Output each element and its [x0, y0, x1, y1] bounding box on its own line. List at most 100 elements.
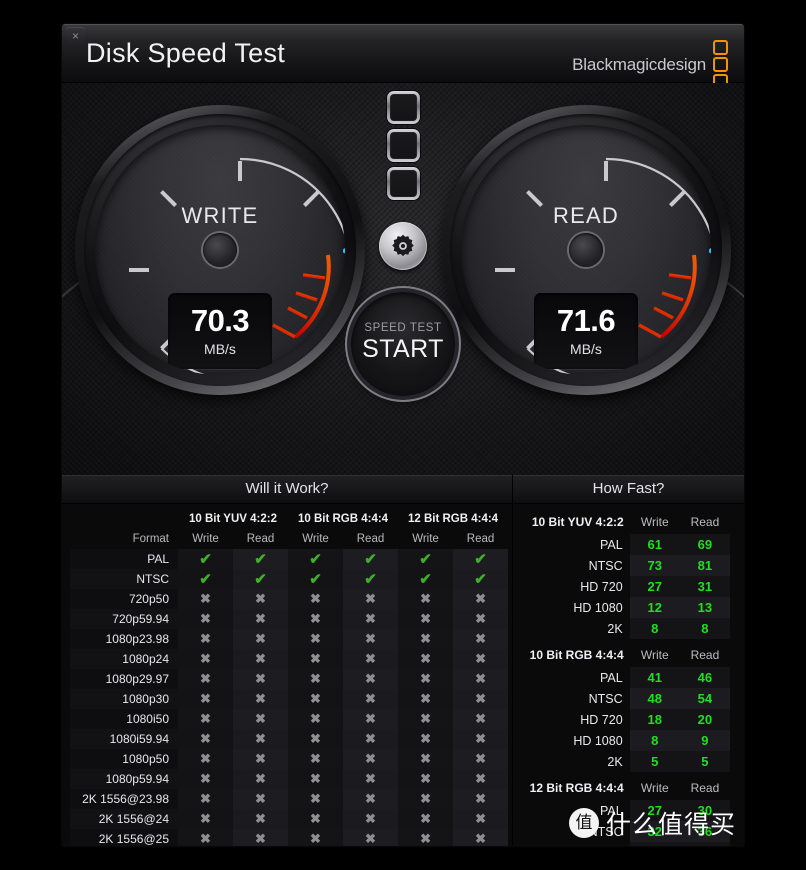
- check-icon: ✔: [254, 551, 267, 568]
- support-fail-mark: ✖: [233, 829, 288, 846]
- support-fail-mark: ✖: [398, 709, 454, 729]
- how-fast-row-label: 2K: [607, 754, 623, 769]
- support-fail-mark: ✖: [453, 829, 509, 846]
- support-fail-mark: ✖: [288, 809, 343, 829]
- how-fast-row-label: PAL: [599, 803, 623, 818]
- support-fail-mark: ✖: [453, 589, 509, 609]
- cross-icon: ✖: [200, 691, 211, 706]
- how-fast-group: 10 Bit RGB 4:4:4 Write Read PAL 41 46 NTSC 48 54…: [521, 643, 730, 772]
- status-led-2: [387, 129, 420, 162]
- how-fast-write-value: 27: [629, 576, 680, 597]
- support-pass-mark: ✔: [233, 569, 288, 589]
- table-row: 1080p24 ✖ ✖ ✖ ✖ ✖ ✖: [70, 649, 509, 669]
- cross-icon: ✖: [365, 691, 376, 706]
- support-pass-mark: ✔: [453, 549, 509, 569]
- cross-icon: ✖: [475, 751, 486, 766]
- support-fail-mark: ✖: [343, 689, 399, 709]
- how-fast-row-label: PAL: [599, 670, 623, 685]
- cross-icon: ✖: [255, 631, 266, 646]
- support-fail-mark: ✖: [288, 749, 343, 769]
- how-fast-row: PAL 41 46: [521, 667, 730, 688]
- support-fail-mark: ✖: [178, 689, 233, 709]
- cross-icon: ✖: [310, 691, 321, 706]
- how-fast-row: PAL 61 69: [521, 534, 730, 555]
- table-row: 1080p50 ✖ ✖ ✖ ✖ ✖ ✖: [70, 749, 509, 769]
- how-fast-write-value: 5: [629, 751, 680, 772]
- support-fail-mark: ✖: [343, 769, 399, 789]
- support-fail-mark: ✖: [178, 669, 233, 689]
- read-gauge-hub: [569, 233, 603, 267]
- cross-icon: ✖: [420, 771, 431, 786]
- support-fail-mark: ✖: [288, 789, 343, 809]
- cross-icon: ✖: [200, 771, 211, 786]
- support-fail-mark: ✖: [178, 809, 233, 829]
- settings-button[interactable]: [379, 222, 427, 270]
- support-fail-mark: ✖: [398, 589, 454, 609]
- table-row: 2K 1556@24 ✖ ✖ ✖ ✖ ✖ ✖: [70, 809, 509, 829]
- col-header-write-2: Write: [412, 533, 439, 545]
- cross-icon: ✖: [255, 691, 266, 706]
- how-fast-group-title: 10 Bit YUV 4:2:2: [531, 515, 624, 529]
- cross-icon: ✖: [310, 791, 321, 806]
- support-pass-mark: ✔: [178, 549, 233, 569]
- support-fail-mark: ✖: [398, 729, 454, 749]
- cross-icon: ✖: [310, 831, 321, 846]
- group-header-row: 10 Bit YUV 4:2:2 10 Bit RGB 4:4:4 12 Bit…: [70, 508, 508, 529]
- cross-icon: ✖: [255, 671, 266, 686]
- cross-icon: ✖: [200, 731, 211, 746]
- support-fail-mark: ✖: [233, 789, 288, 809]
- support-fail-mark: ✖: [343, 829, 399, 846]
- cross-icon: ✖: [255, 771, 266, 786]
- how-fast-read-value: 8: [679, 618, 730, 639]
- how-fast-write-value: 18: [629, 709, 680, 730]
- cross-icon: ✖: [475, 691, 486, 706]
- support-fail-mark: ✖: [178, 589, 233, 609]
- how-fast-write-value: 8: [629, 730, 680, 751]
- page-title: Disk Speed Test: [86, 38, 286, 68]
- support-fail-mark: ✖: [288, 729, 343, 749]
- how-fast-row: HD 1080 8 9: [521, 730, 730, 751]
- support-fail-mark: ✖: [233, 769, 288, 789]
- how-fast-write-value: 12: [629, 597, 680, 618]
- cross-icon: ✖: [365, 771, 376, 786]
- support-fail-mark: ✖: [233, 589, 288, 609]
- support-fail-mark: ✖: [343, 709, 399, 729]
- support-fail-mark: ✖: [453, 649, 509, 669]
- support-fail-mark: ✖: [453, 809, 509, 829]
- cross-icon: ✖: [310, 711, 321, 726]
- cross-icon: ✖: [200, 651, 211, 666]
- cross-icon: ✖: [475, 631, 486, 646]
- check-icon: ✔: [199, 571, 212, 588]
- how-fast-row-label: HD 720: [580, 579, 623, 594]
- cross-icon: ✖: [365, 651, 376, 666]
- cross-icon: ✖: [365, 831, 376, 846]
- speed-test-start-button[interactable]: SPEED TEST START: [351, 292, 455, 396]
- support-fail-mark: ✖: [398, 789, 454, 809]
- how-fast-row: HD 7201213: [521, 842, 730, 846]
- how-fast-read-value: 81: [679, 555, 730, 576]
- support-fail-mark: ✖: [288, 689, 343, 709]
- write-gauge-hub: [203, 233, 237, 267]
- support-fail-mark: ✖: [288, 769, 343, 789]
- cross-icon: ✖: [200, 631, 211, 646]
- how-fast-row-label: HD 720: [580, 712, 623, 727]
- support-fail-mark: ✖: [343, 809, 399, 829]
- format-label: 2K 1556@25: [70, 829, 178, 846]
- how-fast-col-write: Write: [640, 781, 669, 795]
- format-label: 1080i59.94: [70, 729, 178, 749]
- col-header-read-2: Read: [466, 533, 495, 545]
- support-fail-mark: ✖: [398, 809, 454, 829]
- support-fail-mark: ✖: [178, 769, 233, 789]
- cross-icon: ✖: [420, 651, 431, 666]
- check-icon: ✔: [364, 571, 377, 588]
- table-row: 720p50 ✖ ✖ ✖ ✖ ✖ ✖: [70, 589, 509, 609]
- support-fail-mark: ✖: [288, 709, 343, 729]
- close-button[interactable]: ×: [66, 27, 85, 45]
- cross-icon: ✖: [200, 591, 211, 606]
- how-fast-row: HD 720 18 20: [521, 709, 730, 730]
- support-fail-mark: ✖: [453, 749, 509, 769]
- support-fail-mark: ✖: [343, 629, 399, 649]
- cross-icon: ✖: [255, 791, 266, 806]
- support-fail-mark: ✖: [453, 609, 509, 629]
- cross-icon: ✖: [365, 631, 376, 646]
